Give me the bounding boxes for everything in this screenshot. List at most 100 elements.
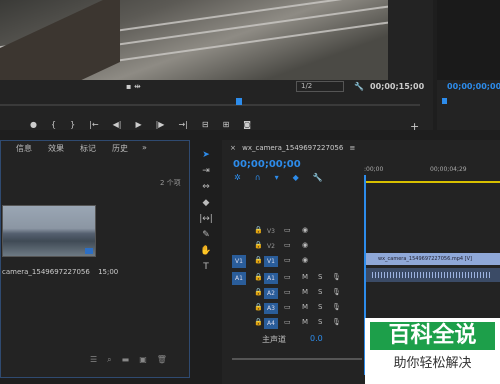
- overwrite-icon[interactable]: ⊞: [223, 120, 230, 132]
- slip-icon[interactable]: |↔|: [199, 214, 213, 224]
- clip-item[interactable]: camera_1549697227056 15;00: [2, 268, 118, 276]
- audio-clip[interactable]: [366, 268, 500, 282]
- ruler-label: 00;00;04;29: [430, 166, 467, 173]
- sync-icon[interactable]: ▭: [284, 273, 291, 281]
- out-icon[interactable]: }: [70, 120, 75, 132]
- program-playhead[interactable]: [236, 98, 242, 105]
- transport-controls: ● { } |← ◀| ▶ |▶ →| ⊟ ⊞ ◙: [30, 120, 251, 132]
- eye-icon[interactable]: ◉: [302, 256, 308, 264]
- mic-icon[interactable]: 🎙: [332, 273, 341, 281]
- list-view-icon[interactable]: ☰: [90, 355, 97, 365]
- mic-icon[interactable]: 🎙: [332, 303, 341, 311]
- track-a2[interactable]: 🔒 A2 ▭ M S 🎙: [222, 287, 364, 300]
- linked-icon[interactable]: ∩: [255, 173, 261, 182]
- in-icon[interactable]: {: [51, 120, 56, 132]
- work-area-bar[interactable]: [366, 181, 500, 183]
- eye-icon[interactable]: ◉: [302, 226, 308, 234]
- sync-icon[interactable]: ▭: [284, 226, 291, 234]
- waveform: [372, 272, 492, 278]
- mic-icon[interactable]: 🎙: [332, 288, 341, 296]
- clip-thumbnail[interactable]: [2, 205, 96, 257]
- project-panel: [0, 140, 190, 378]
- watermark-title: 百科全说: [370, 322, 495, 350]
- menu-icon[interactable]: ≡: [350, 144, 356, 152]
- track-label: V1: [264, 256, 278, 267]
- play-icon[interactable]: ▶: [135, 120, 141, 132]
- source-patch[interactable]: V1: [232, 255, 246, 268]
- go-out-icon[interactable]: →|: [178, 120, 187, 132]
- source-patch[interactable]: A1: [232, 272, 246, 285]
- sync-icon[interactable]: ▭: [284, 288, 291, 296]
- wrench-icon[interactable]: 🔧: [313, 173, 323, 182]
- mute-button[interactable]: M: [302, 318, 308, 326]
- add-button[interactable]: +: [410, 120, 419, 133]
- sequence-timecode[interactable]: 00;00;00;00: [233, 159, 301, 170]
- track-label: V3: [267, 228, 275, 235]
- marker-icon[interactable]: ●: [30, 120, 37, 132]
- insert-icon[interactable]: ⊟: [202, 120, 209, 132]
- go-in-icon[interactable]: |←: [89, 120, 98, 132]
- tab-history[interactable]: 历史: [112, 143, 128, 155]
- selection-tool-icon[interactable]: ➤: [202, 150, 210, 160]
- solo-button[interactable]: S: [318, 318, 322, 326]
- step-forward-icon[interactable]: |▶: [156, 120, 165, 132]
- mic-icon[interactable]: 🎙: [332, 318, 341, 326]
- sync-icon[interactable]: ▭: [284, 241, 291, 249]
- master-volume[interactable]: 0.0: [310, 334, 323, 343]
- source-playhead[interactable]: [442, 98, 447, 104]
- razor-icon[interactable]: ◆: [203, 198, 210, 208]
- track-a4[interactable]: 🔒 A4 ▭ M S 🎙: [222, 317, 364, 330]
- hand-icon[interactable]: ✋: [200, 246, 211, 256]
- step-back-icon[interactable]: ◀|: [113, 120, 122, 132]
- tab-markers[interactable]: 标记: [80, 143, 96, 155]
- ripple-edit-icon[interactable]: ⇔: [202, 182, 210, 192]
- pen-icon[interactable]: ✎: [202, 230, 210, 240]
- tabs-overflow-icon[interactable]: »: [142, 143, 147, 155]
- tab-info[interactable]: 信息: [16, 143, 32, 155]
- track-v3[interactable]: 🔒 V3 ▭ ◉: [222, 225, 364, 238]
- eye-icon[interactable]: ◉: [302, 241, 308, 249]
- solo-button[interactable]: S: [318, 288, 322, 296]
- timeline-scrollbar[interactable]: [232, 358, 362, 360]
- track-label: A2: [264, 288, 278, 299]
- camera-icon[interactable]: ◙: [243, 120, 251, 132]
- settings-icon[interactable]: ▪ ⇹: [126, 82, 141, 91]
- lock-icon[interactable]: 🔒: [254, 241, 263, 249]
- track-v2[interactable]: 🔒 V2 ▭ ◉: [222, 240, 364, 253]
- video-clip[interactable]: wx_camera_1549697227056.mp4 [V]: [366, 253, 500, 265]
- track-a3[interactable]: 🔒 A3 ▭ M S 🎙: [222, 302, 364, 315]
- sequence-tab[interactable]: × wx_camera_1549697227056 ≡: [230, 144, 355, 152]
- resolution-select[interactable]: 1/2: [296, 81, 344, 92]
- track-v1[interactable]: V1 🔒 V1 ▭ ◉: [222, 255, 364, 268]
- marker-icon[interactable]: ◆: [293, 173, 299, 182]
- lock-icon[interactable]: 🔒: [254, 288, 263, 296]
- wrench-icon[interactable]: 🔧: [354, 82, 364, 91]
- mute-button[interactable]: M: [302, 288, 308, 296]
- track-select-icon[interactable]: ⇥: [202, 166, 210, 176]
- search-icon[interactable]: ⌕: [107, 355, 111, 365]
- trash-icon[interactable]: 🗑: [157, 355, 167, 365]
- mute-button[interactable]: M: [302, 273, 308, 281]
- lock-icon[interactable]: 🔒: [254, 303, 263, 311]
- solo-button[interactable]: S: [318, 273, 322, 281]
- type-icon[interactable]: T: [203, 262, 209, 272]
- new-bin-icon[interactable]: ▬: [122, 355, 130, 365]
- lock-icon[interactable]: 🔒: [254, 256, 263, 264]
- track-a1[interactable]: A1 🔒 A1 ▭ M S 🎙: [222, 272, 364, 285]
- program-scrub-bar[interactable]: [0, 104, 420, 106]
- sync-icon[interactable]: ▭: [284, 256, 291, 264]
- mute-button[interactable]: M: [302, 303, 308, 311]
- sequence-title: wx_camera_1549697227056: [242, 144, 344, 152]
- new-item-icon[interactable]: ▣: [139, 355, 147, 365]
- sync-icon[interactable]: ▭: [284, 303, 291, 311]
- tab-effects[interactable]: 效果: [48, 143, 64, 155]
- lock-icon[interactable]: 🔒: [254, 318, 263, 326]
- marker-add-icon[interactable]: ▾: [275, 173, 279, 182]
- close-icon[interactable]: ×: [230, 144, 236, 152]
- sync-icon[interactable]: ▭: [284, 318, 291, 326]
- snap-icon[interactable]: ✲: [234, 173, 241, 182]
- lock-icon[interactable]: 🔒: [254, 226, 263, 234]
- source-preview: [437, 0, 500, 80]
- lock-icon[interactable]: 🔒: [254, 273, 263, 281]
- solo-button[interactable]: S: [318, 303, 322, 311]
